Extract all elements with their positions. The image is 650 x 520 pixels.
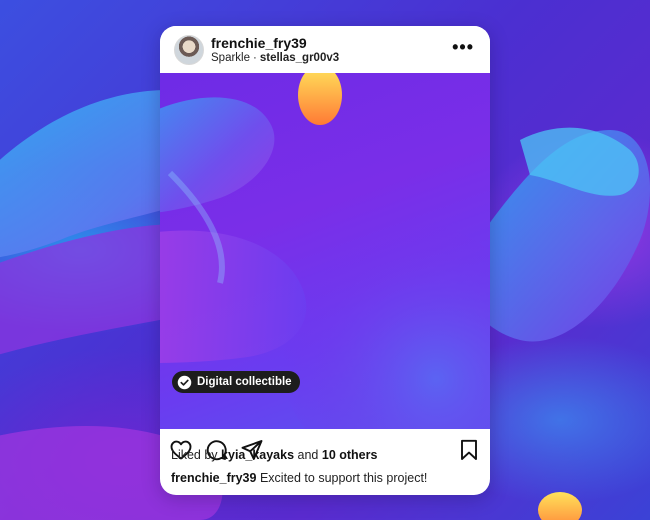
badge-label: Digital collectible — [197, 376, 292, 388]
subtitle-separator: · — [253, 52, 257, 64]
likes-connector: and — [297, 448, 319, 462]
digital-collectible-badge[interactable]: Digital collectible — [172, 371, 300, 393]
post-subtitle-label: Sparkle — [211, 52, 250, 64]
likes-prefix: Liked by — [171, 448, 218, 462]
post-header: frenchie_fry39 Sparkle · stellas_gr00v3 ••… — [160, 26, 490, 73]
caption-text: Excited to support this project! — [259, 471, 428, 485]
verified-check-icon — [177, 375, 192, 389]
caption-username[interactable]: frenchie_fry39 — [171, 471, 256, 485]
post-collaborator[interactable]: stellas_gr00v3 — [260, 52, 339, 64]
more-options-icon[interactable]: ••• — [452, 38, 474, 56]
likes-user[interactable]: kyia_kayaks — [221, 448, 294, 462]
bookmark-icon[interactable] — [457, 438, 481, 462]
post-subtitle: Sparkle · stellas_gr00v3 — [211, 52, 339, 64]
post-media[interactable]: Digital collectible — [160, 73, 490, 429]
avatar[interactable] — [174, 35, 204, 65]
likes-line: Liked by kyia_kayaks and 10 others — [171, 448, 377, 462]
likes-others[interactable]: 10 others — [322, 448, 378, 462]
post-username[interactable]: frenchie_fry39 — [211, 35, 307, 51]
post-card: frenchie_fry39 Sparkle · stellas_gr00v3 ••… — [160, 26, 490, 495]
post-caption: frenchie_fry39 Excited to support this p… — [171, 471, 427, 485]
